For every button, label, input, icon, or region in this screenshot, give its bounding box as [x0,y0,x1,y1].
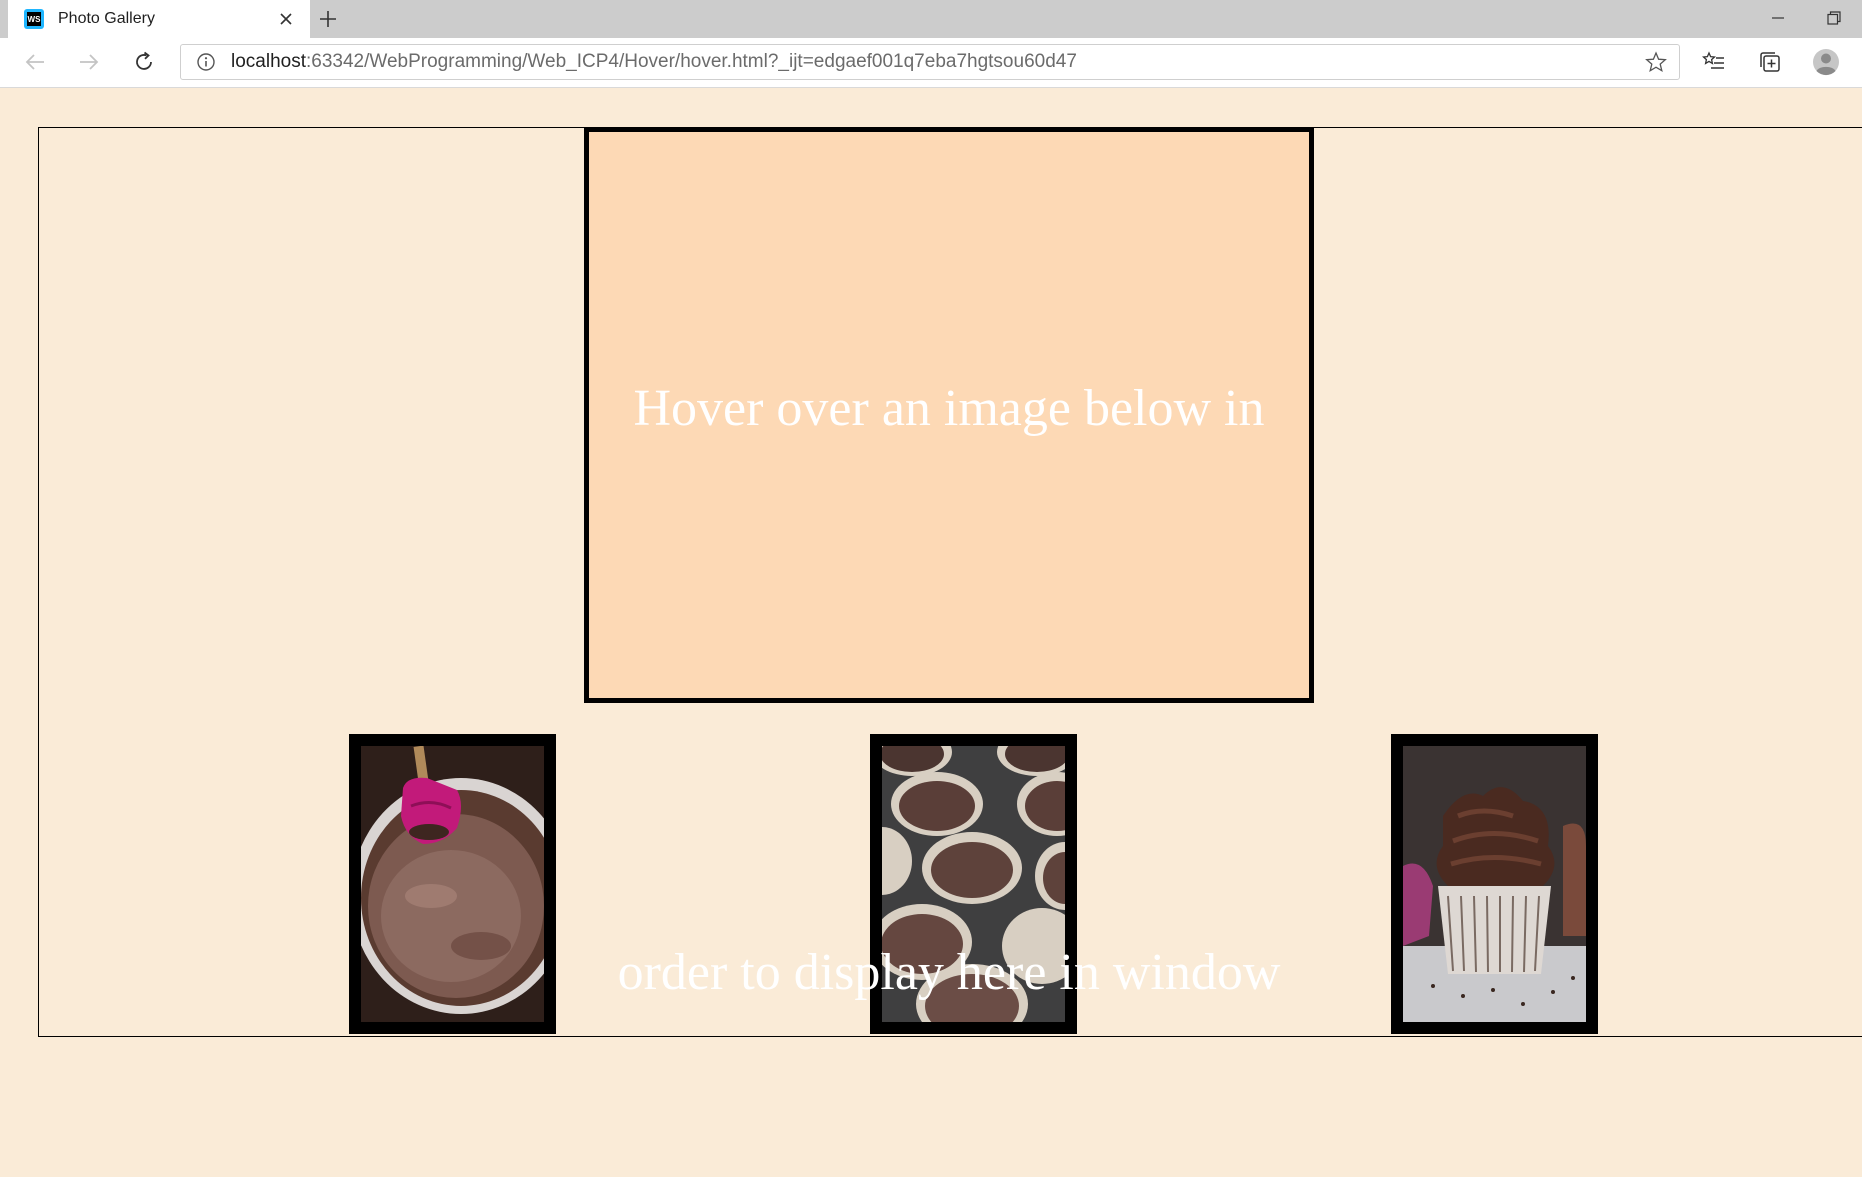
image-display-box [584,127,1314,703]
tab-title: Photo Gallery [58,10,155,27]
url-path: :63342/WebProgramming/Web_ICP4/Hover/hov… [306,51,1077,72]
cupcake-pan-image [882,746,1065,1022]
frosted-cupcake-image [1403,746,1586,1022]
reload-icon[interactable] [127,45,161,79]
svg-text:WS: WS [28,15,42,24]
url-text[interactable]: localhost:63342/WebProgramming/Web_ICP4/… [231,51,1643,73]
thumbnail-cupcake-pan[interactable] [870,734,1077,1034]
favorite-star-icon[interactable] [1643,49,1669,75]
profile-avatar-icon[interactable] [1810,46,1842,78]
url-host: localhost [231,51,306,72]
window-minimize-icon[interactable] [1764,6,1792,30]
tab-close-icon[interactable] [274,7,298,31]
collections-icon[interactable] [1754,46,1786,78]
address-bar[interactable]: localhost:63342/WebProgramming/Web_ICP4/… [180,44,1680,80]
window-restore-icon[interactable] [1820,6,1848,30]
back-arrow-icon[interactable] [18,45,52,79]
tab-strip: WS Photo Gallery [0,0,1862,38]
thumbnail-frosted-cupcake[interactable] [1391,734,1598,1034]
site-info-icon[interactable] [195,51,217,73]
webstorm-favicon-icon: WS [24,9,44,29]
new-tab-plus-icon[interactable] [314,5,342,33]
thumbnail-batter-bowl[interactable] [349,734,556,1034]
batter-bowl-image [361,746,544,1022]
browser-toolbar: localhost:63342/WebProgramming/Web_ICP4/… [0,38,1862,88]
favorites-list-icon[interactable] [1698,46,1730,78]
forward-arrow-icon[interactable] [72,45,106,79]
browser-tab[interactable]: WS Photo Gallery [8,0,310,38]
